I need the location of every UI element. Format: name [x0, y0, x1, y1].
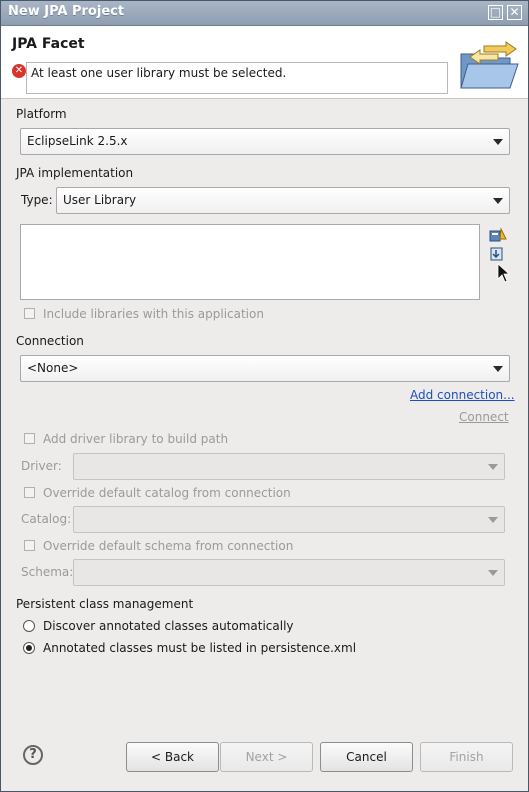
- catalog-select[interactable]: [73, 506, 505, 533]
- page-title: JPA Facet: [12, 36, 85, 52]
- type-value: User Library: [63, 193, 137, 207]
- cursor-arrow-icon: [497, 263, 511, 283]
- chevron-down-icon: [488, 517, 498, 523]
- schema-select[interactable]: [73, 559, 505, 586]
- listed-classes-radio[interactable]: [23, 642, 35, 654]
- back-button[interactable]: < Back: [126, 742, 219, 772]
- override-catalog-label: Override default catalog from connection: [43, 486, 291, 500]
- close-button[interactable]: ✕: [507, 5, 522, 20]
- next-button[interactable]: Next >: [220, 742, 313, 772]
- connection-value: <None>: [27, 361, 79, 375]
- discover-classes-radio[interactable]: [23, 620, 35, 632]
- error-icon: ✕: [12, 64, 26, 78]
- title-bar[interactable]: New JPA Project □ ✕: [1, 1, 528, 26]
- error-message: At least one user library must be select…: [26, 62, 448, 94]
- discover-classes-label: Discover annotated classes automatically: [43, 619, 294, 633]
- chevron-down-icon: [493, 366, 503, 372]
- chevron-down-icon: [493, 139, 503, 145]
- connect-link[interactable]: Connect: [459, 410, 509, 424]
- wizard-header: JPA Facet ✕ At least one user library mu…: [1, 26, 528, 99]
- folder-arrows-icon: [460, 41, 519, 89]
- cancel-button[interactable]: Cancel: [320, 742, 413, 772]
- driver-label: Driver:: [21, 459, 62, 473]
- catalog-label: Catalog:: [21, 512, 72, 526]
- override-catalog-checkbox[interactable]: [24, 487, 35, 498]
- connection-label: Connection: [16, 334, 84, 348]
- chevron-down-icon: [488, 570, 498, 576]
- window-title: New JPA Project: [8, 4, 125, 19]
- include-libraries-label: Include libraries with this application: [43, 307, 264, 321]
- type-label: Type:: [21, 193, 53, 207]
- platform-label: Platform: [16, 107, 67, 121]
- override-schema-label: Override default schema from connection: [43, 539, 294, 553]
- help-icon[interactable]: ?: [23, 745, 43, 765]
- type-select[interactable]: User Library: [56, 187, 510, 214]
- connection-select[interactable]: <None>: [20, 355, 510, 382]
- chevron-down-icon: [488, 464, 498, 470]
- include-libraries-checkbox[interactable]: [24, 308, 35, 319]
- user-library-list[interactable]: [20, 224, 480, 300]
- platform-select[interactable]: EclipseLink 2.5.x: [20, 128, 510, 155]
- override-schema-checkbox[interactable]: [24, 540, 35, 551]
- download-library-icon[interactable]: [489, 246, 507, 262]
- listed-classes-label: Annotated classes must be listed in pers…: [43, 641, 357, 655]
- manage-libraries-icon[interactable]: [489, 227, 507, 243]
- dialog-window: New JPA Project □ ✕ JPA Facet ✕ At least…: [0, 0, 529, 792]
- maximize-button[interactable]: □: [488, 5, 503, 20]
- finish-button[interactable]: Finish: [420, 742, 513, 772]
- add-driver-checkbox[interactable]: [24, 433, 35, 444]
- driver-select[interactable]: [73, 453, 505, 480]
- platform-value: EclipseLink 2.5.x: [27, 134, 128, 148]
- add-driver-label: Add driver library to build path: [43, 432, 229, 446]
- schema-label: Schema:: [21, 565, 74, 579]
- add-connection-link[interactable]: Add connection...: [410, 388, 515, 402]
- persistent-class-label: Persistent class management: [16, 597, 194, 611]
- jpa-implementation-label: JPA implementation: [16, 166, 134, 180]
- chevron-down-icon: [493, 198, 503, 204]
